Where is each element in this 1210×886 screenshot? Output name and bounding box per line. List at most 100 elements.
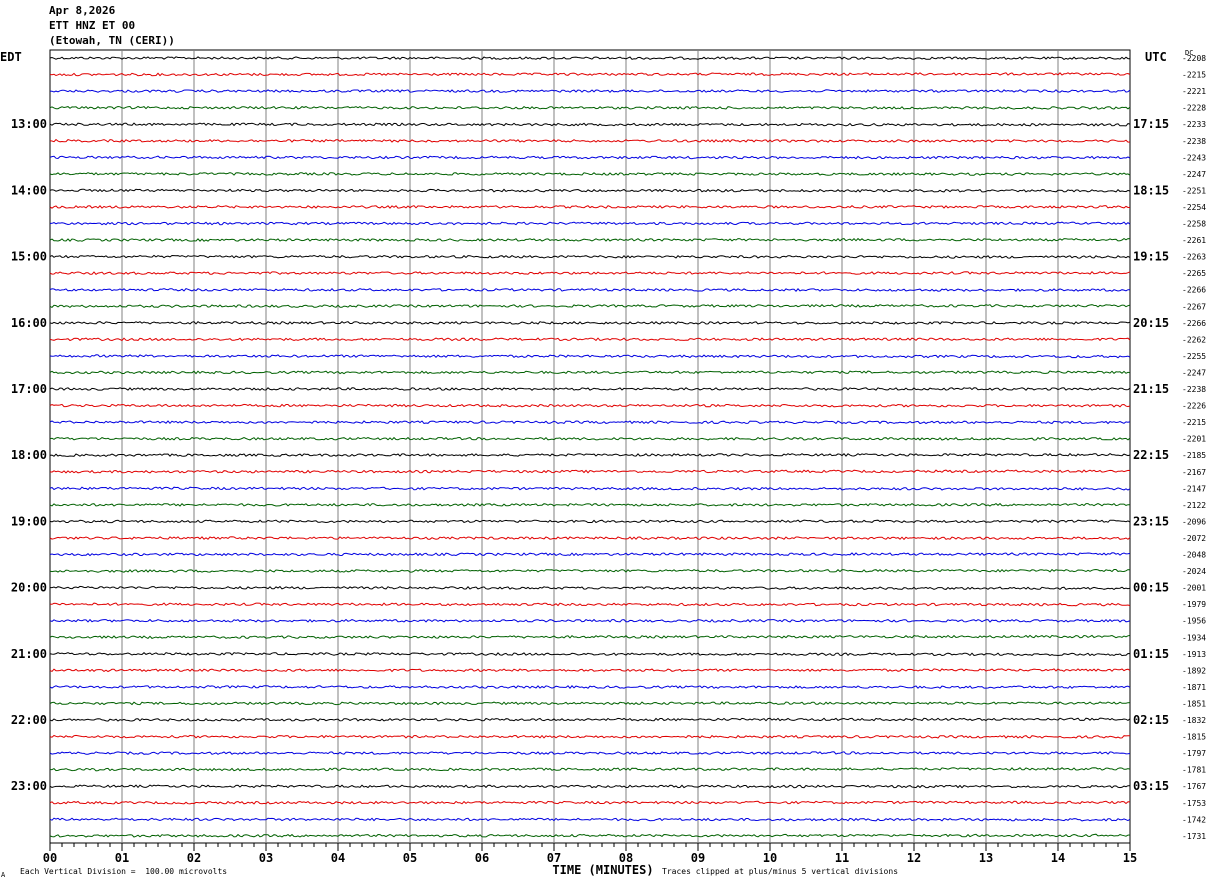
seismic-trace: [49, 502, 1131, 507]
dc-offset-header: DC: [1185, 49, 1194, 57]
edt-hour-label: 19:00: [11, 514, 47, 528]
dc-offset-label: -1913: [1182, 650, 1206, 659]
seismic-trace: [49, 817, 1131, 822]
seismic-trace: [49, 568, 1131, 573]
x-axis-title: TIME (MINUTES): [552, 863, 653, 877]
utc-hour-label: 19:15: [1133, 250, 1169, 264]
seismic-trace: [49, 56, 1131, 61]
edt-hour-label: 14:00: [11, 183, 47, 197]
seismic-trace: [49, 254, 1131, 259]
edt-hour-label: 21:00: [11, 647, 47, 661]
utc-hour-label: 02:15: [1133, 713, 1169, 727]
dc-offset-label: -2263: [1182, 253, 1206, 262]
dc-offset-label: -1731: [1182, 832, 1206, 841]
seismic-trace: [49, 668, 1131, 673]
clip-note: Traces clipped at plus/minus 5 vertical …: [662, 867, 899, 876]
seismic-trace: [49, 270, 1131, 275]
dc-offset-label: -1892: [1182, 666, 1206, 675]
seismic-trace: [49, 122, 1131, 127]
x-tick-label: 01: [115, 851, 129, 865]
seismic-trace: [49, 337, 1131, 342]
seismic-trace: [49, 420, 1131, 425]
helicorder-plot: -2208-2215-2221-2228-2233-2238-2243-2247…: [11, 49, 1206, 877]
seismic-trace: [49, 321, 1131, 325]
seismic-trace: [49, 552, 1131, 557]
dc-offset-label: -2265: [1182, 269, 1206, 278]
dc-offset-label: -1815: [1182, 733, 1206, 742]
seismic-trace: [49, 89, 1131, 94]
edt-hour-label: 16:00: [11, 316, 47, 330]
utc-hour-label: 20:15: [1133, 316, 1169, 330]
seismic-trace: [49, 304, 1131, 309]
station-location: (Etowah, TN (CERI)): [49, 34, 175, 47]
x-tick-label: 14: [1051, 851, 1065, 865]
seismic-trace: [49, 519, 1131, 524]
dc-offset-label: -2096: [1182, 517, 1206, 526]
edt-hour-label: 23:00: [11, 779, 47, 793]
utc-hour-label: 00:15: [1133, 581, 1169, 595]
seismic-trace: [49, 72, 1131, 77]
record-date: Apr 8,2026: [49, 4, 116, 17]
utc-hour-label: 18:15: [1133, 183, 1169, 197]
seismic-trace: [49, 784, 1131, 789]
dc-offset-label: -1934: [1182, 633, 1206, 642]
utc-hour-label: 03:15: [1133, 779, 1169, 793]
seismic-trace: [50, 585, 1131, 591]
seismic-trace: [49, 652, 1131, 657]
dc-offset-label: -2247: [1182, 170, 1206, 179]
dc-offset-label: -2048: [1182, 551, 1206, 560]
seismic-trace: [49, 204, 1131, 209]
dc-offset-label: -2247: [1182, 368, 1206, 377]
dc-offset-label: -2185: [1182, 451, 1206, 460]
dc-offset-label: -2266: [1182, 319, 1206, 328]
corner-mark: A: [1, 871, 6, 879]
plot-frame: [49, 49, 1131, 844]
dc-offset-label: -1797: [1182, 749, 1206, 758]
seismic-trace: [49, 354, 1131, 359]
x-tick-label: 04: [331, 851, 345, 865]
dc-offset-label: -2254: [1182, 203, 1206, 212]
seismic-trace: [49, 486, 1131, 491]
dc-offset-label: -2262: [1182, 335, 1206, 344]
station-code: ETT HNZ ET 00: [49, 19, 136, 32]
seismic-trace: [49, 237, 1131, 242]
x-tick-label: 11: [835, 851, 849, 865]
dc-offset-label: -2072: [1182, 534, 1206, 543]
x-tick-label: 03: [259, 851, 273, 865]
dc-offset-label: -2258: [1182, 220, 1206, 229]
left-timezone-label: EDT: [0, 50, 22, 64]
dc-offset-label: -2255: [1182, 352, 1206, 361]
dc-offset-label: -2167: [1182, 468, 1206, 477]
seismic-trace: [49, 403, 1131, 408]
x-tick-label: 12: [907, 851, 921, 865]
seismic-trace: [49, 452, 1131, 457]
dc-offset-label: -1767: [1182, 782, 1206, 791]
seismic-trace: [49, 833, 1131, 838]
edt-hour-label: 22:00: [11, 713, 47, 727]
seismic-trace: [49, 734, 1130, 739]
seismic-trace: [49, 387, 1131, 391]
utc-hour-label: 01:15: [1133, 647, 1169, 661]
x-tick-label: 13: [979, 851, 993, 865]
dc-offset-label: -2215: [1182, 418, 1206, 427]
x-tick-label: 05: [403, 851, 417, 865]
x-tick-label: 06: [475, 851, 489, 865]
dc-offset-label: -2261: [1182, 236, 1206, 245]
seismic-trace: [49, 602, 1131, 607]
seismic-trace: [49, 105, 1131, 110]
utc-hour-label: 21:15: [1133, 382, 1169, 396]
seismic-trace: [49, 751, 1131, 755]
seismic-trace: [49, 188, 1131, 193]
dc-offset-label: -1956: [1182, 617, 1206, 626]
dc-offset-label: -2228: [1182, 104, 1206, 113]
utc-hour-label: 17:15: [1133, 117, 1169, 131]
utc-hour-label: 22:15: [1133, 448, 1169, 462]
seismic-trace: [49, 370, 1131, 375]
dc-offset-label: -1753: [1182, 799, 1206, 808]
x-tick-label: 10: [763, 851, 777, 865]
dc-offset-label: -2267: [1182, 302, 1206, 311]
dc-offset-label: -2001: [1182, 584, 1206, 593]
seismic-trace: [49, 800, 1131, 805]
x-tick-label: 02: [187, 851, 201, 865]
dc-offset-label: -1979: [1182, 600, 1206, 609]
